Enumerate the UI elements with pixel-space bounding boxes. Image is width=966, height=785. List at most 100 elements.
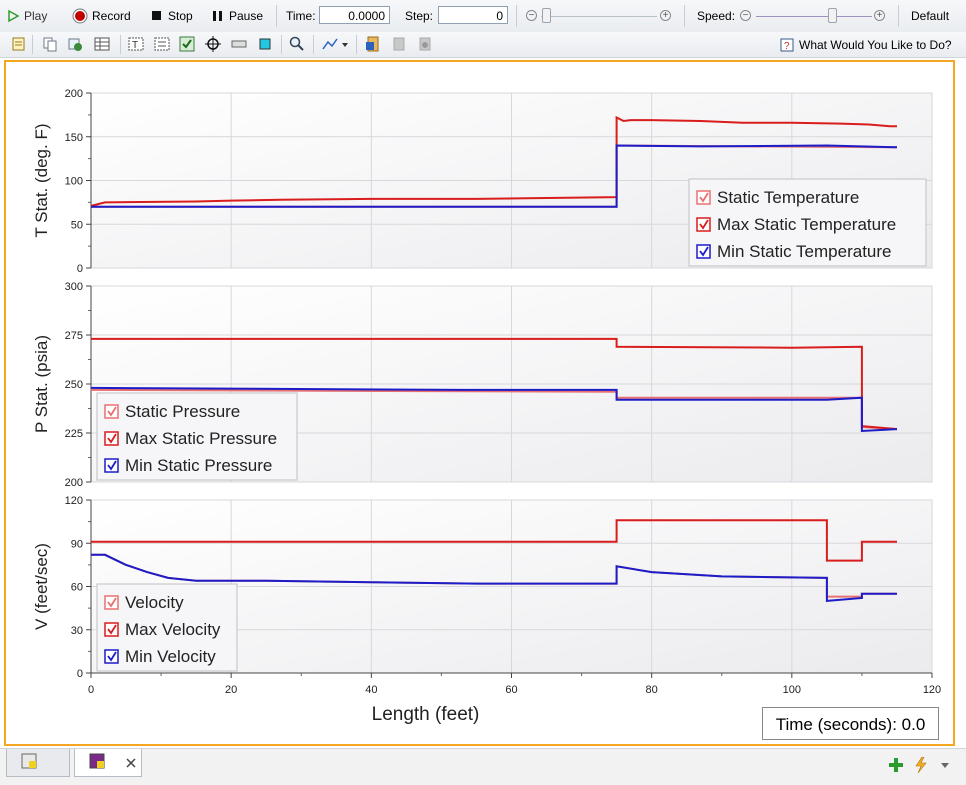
help-button[interactable]: ? What Would You Like to Do? — [780, 32, 952, 57]
record-button[interactable]: Record — [72, 0, 131, 32]
y-tick-label: 50 — [71, 219, 83, 231]
y-tick-label: 250 — [65, 379, 83, 391]
legend-checkbox — [104, 458, 119, 473]
tab-graph-1[interactable] — [6, 749, 70, 777]
slider-marker-icon[interactable] — [231, 36, 247, 52]
separator — [276, 5, 277, 27]
legend-label: Min Static Temperature — [717, 242, 891, 261]
time-readout: Time (seconds): 0.0 — [762, 707, 939, 740]
graph-text-icon[interactable]: T — [128, 36, 144, 52]
legend-checkbox — [104, 622, 119, 637]
legend-checkbox-box — [104, 649, 119, 664]
record-label: Record — [92, 9, 131, 23]
stop-icon — [152, 11, 161, 20]
y-tick-label: 200 — [65, 88, 83, 100]
transient-graph: 050100150200T Stat. (deg. F) Static Tempe… — [32, 88, 941, 725]
disabled-tool-icon — [393, 37, 405, 51]
legend-checkbox — [104, 649, 119, 664]
play-icon — [8, 9, 20, 23]
speed-slider-track[interactable] — [756, 16, 872, 17]
y-axis-label: V (feet/sec) — [32, 543, 51, 630]
zoom-icon[interactable] — [289, 36, 305, 52]
close-tab-icon[interactable] — [126, 758, 136, 768]
legend-checkbox — [696, 190, 711, 205]
step-input[interactable]: 0 — [438, 6, 508, 24]
step-increase-icon[interactable]: + — [660, 10, 671, 21]
export-icon[interactable] — [67, 36, 83, 52]
y-tick-label: 275 — [65, 330, 83, 342]
lightning-icon[interactable] — [913, 757, 929, 773]
legend-checkbox-box — [104, 595, 119, 610]
info-tool-icon — [419, 37, 431, 51]
playback-toolbar: Play Record Stop Pause Time: 0.0000 Step… — [0, 0, 966, 33]
x-tick-label: 0 — [88, 684, 94, 696]
graph-toolbar: T ? What Would You Like to Do? — [0, 32, 966, 58]
legend-checkbox — [104, 431, 119, 446]
step-slider-track[interactable] — [541, 16, 657, 17]
separator — [281, 35, 282, 54]
add-curve-icon[interactable] — [365, 36, 381, 52]
legend-checkbox-box — [696, 244, 711, 259]
y-tick-label: 200 — [65, 477, 83, 489]
graph-settings-icon[interactable] — [11, 36, 27, 52]
bottom-tab-bar — [0, 748, 966, 785]
legend-checkbox — [696, 217, 711, 232]
add-tab-icon[interactable] — [888, 757, 904, 773]
stop-button[interactable]: Stop — [151, 0, 193, 32]
play-button[interactable]: Play — [6, 0, 47, 32]
legend-checkbox — [104, 595, 119, 610]
separator — [516, 5, 517, 27]
record-icon — [72, 8, 88, 24]
legend-checkbox-box — [104, 458, 119, 473]
plot-panel-2: 200 225 250 275 300 P Stat. (psia) Static Pres… — [32, 281, 933, 489]
legend-label: Static Temperature — [717, 188, 859, 207]
legend-checkbox — [104, 404, 119, 419]
time-label: Time: — [286, 9, 316, 23]
dropdown-arrow-icon[interactable] — [940, 761, 950, 771]
y-tick-label: 0 — [77, 668, 83, 680]
help-book-icon: ? — [780, 38, 794, 52]
separator — [313, 35, 314, 54]
legend-label: Static Pressure — [125, 402, 240, 421]
tab-graph-2[interactable] — [74, 749, 142, 777]
y-tick-label: 30 — [71, 625, 83, 637]
x-tick-label: 60 — [505, 684, 517, 696]
step-label: Step: — [405, 9, 434, 23]
speed-increase-icon[interactable]: + — [874, 10, 885, 21]
x-tick-label: 40 — [365, 684, 377, 696]
speed-label: Speed: — [697, 9, 736, 23]
graph-canvas: 0 50 100 150 200 T Stat. (deg. F) Static Tempe… — [4, 60, 955, 746]
color-fill-icon[interactable] — [257, 36, 273, 52]
legend-icon[interactable] — [154, 36, 170, 52]
legend-label: Max Static Temperature — [717, 215, 896, 234]
crosshair-icon[interactable] — [205, 36, 221, 52]
stop-label: Stop — [168, 9, 193, 23]
legend-label: Max Static Pressure — [125, 429, 277, 448]
pause-button[interactable]: Pause — [212, 0, 263, 32]
time-input[interactable]: 0.0000 — [319, 6, 390, 24]
legend-checkbox-box — [104, 622, 119, 637]
x-axis-label: Length (feet) — [372, 704, 480, 725]
y-tick-label: 90 — [71, 538, 83, 550]
customize-graph-icon[interactable] — [322, 36, 350, 52]
x-tick-label: 80 — [646, 684, 658, 696]
y-tick-label: 100 — [65, 176, 83, 188]
y-tick-label: 0 — [77, 263, 83, 275]
legend: Velocity Max Velocity Min Velocity — [96, 583, 238, 672]
copy-icon[interactable] — [42, 36, 58, 52]
y-tick-label: 120 — [65, 495, 83, 507]
plot-panel-3: 0 30 60 90 120 V (feet/sec) Velocity Max Veloci… — [32, 495, 933, 680]
separator — [898, 5, 899, 27]
legend-checkbox — [696, 244, 711, 259]
step-slider-thumb[interactable] — [542, 8, 551, 23]
plot-panel-1: 0 50 100 150 200 T Stat. (deg. F) Static Tempe… — [32, 88, 933, 275]
graph-tab-icon — [89, 753, 105, 769]
step-decrease-icon[interactable]: − — [526, 10, 537, 21]
speed-slider-thumb[interactable] — [828, 8, 837, 23]
y-axis-label: T Stat. (deg. F) — [32, 123, 51, 237]
speed-value: Default — [911, 9, 950, 23]
checkbox-toggle-icon[interactable] — [179, 36, 195, 52]
speed-decrease-icon[interactable]: − — [740, 10, 751, 21]
show-table-icon[interactable] — [94, 36, 110, 52]
y-tick-label: 225 — [65, 428, 83, 440]
